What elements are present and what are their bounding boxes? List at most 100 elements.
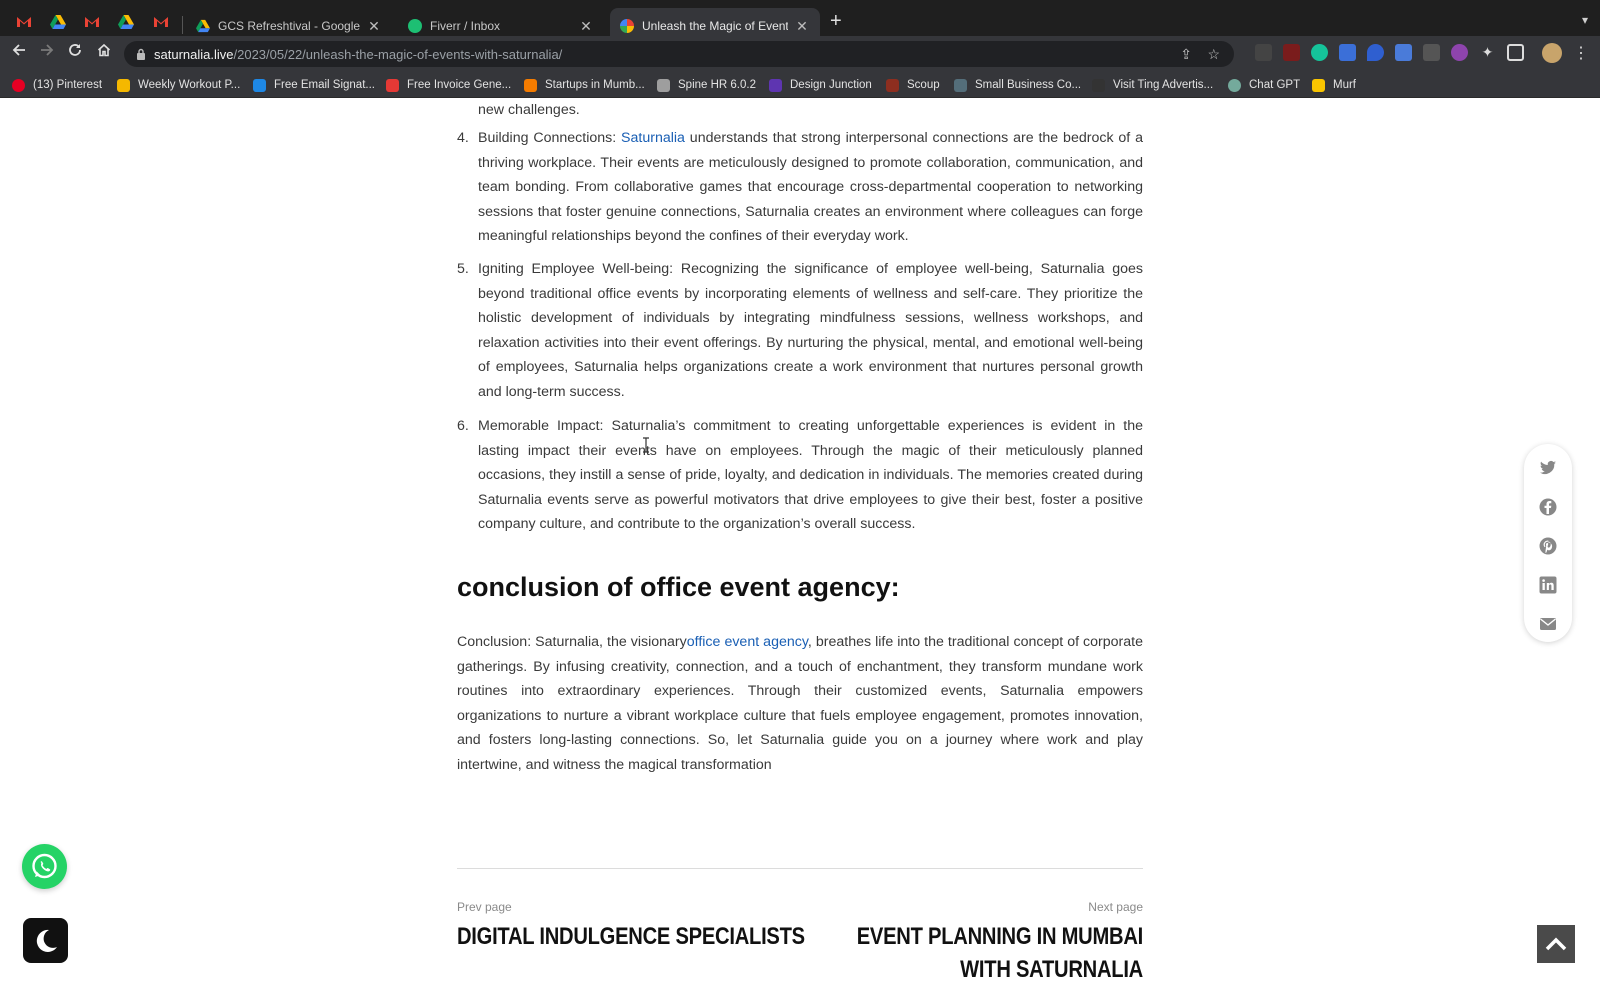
bookmark-item[interactable]: Startups in Mumb... xyxy=(524,77,645,93)
bookmark-item[interactable]: Murf xyxy=(1312,77,1356,93)
extensions-area: ✦ xyxy=(1255,44,1524,61)
new-tab-button[interactable]: + xyxy=(830,11,842,31)
email-icon[interactable] xyxy=(1538,614,1558,634)
browser-toolbar: saturnalia.live/2023/05/22/unleash-the-m… xyxy=(0,36,1600,70)
bookmark-item[interactable]: Visit Ting Advertis... xyxy=(1092,77,1213,93)
close-tab-icon[interactable]: ✕ xyxy=(794,18,810,35)
section-heading: conclusion of office event agency: xyxy=(457,572,900,602)
side-panel-icon[interactable] xyxy=(1507,44,1524,61)
arrow-right-icon xyxy=(41,44,54,56)
text-cursor-icon xyxy=(643,437,649,453)
pinned-tab-drive[interactable] xyxy=(46,10,70,34)
facebook-icon[interactable] xyxy=(1538,497,1558,517)
saturnalia-link[interactable]: Saturnalia xyxy=(621,130,685,146)
close-tab-icon[interactable]: ✕ xyxy=(578,18,594,35)
bookmark-label: Scoup xyxy=(907,79,940,91)
google-drive-icon xyxy=(196,19,210,33)
bookmark-icon xyxy=(886,78,899,92)
screen-capture-icon[interactable] xyxy=(1395,44,1412,61)
browser-menu-icon[interactable]: ⋮ xyxy=(1573,43,1589,63)
back-button[interactable] xyxy=(8,42,30,64)
ai-extension-icon[interactable] xyxy=(1451,44,1468,61)
bookmark-icon xyxy=(954,78,967,92)
next-page-label: Next page xyxy=(1088,900,1143,914)
pinned-tab-gmail-3[interactable] xyxy=(149,10,173,34)
gmail-icon xyxy=(154,17,168,27)
tab-title: Unleash the Magic of Events w xyxy=(642,19,788,33)
list-number: 5. xyxy=(457,261,469,277)
pinned-tab-gmail-2[interactable] xyxy=(80,10,104,34)
office-event-agency-link[interactable]: office event agency xyxy=(687,634,808,650)
scroll-to-top-button[interactable] xyxy=(1537,925,1575,963)
grammarly-icon[interactable] xyxy=(1311,44,1328,61)
bookmark-label: Murf xyxy=(1333,79,1356,91)
paragraph-text: Conclusion: Saturnalia, the visionary xyxy=(457,634,687,650)
fiverr-icon xyxy=(408,19,422,33)
bookmark-label: Startups in Mumb... xyxy=(545,79,645,91)
extension-icon[interactable] xyxy=(1423,44,1440,61)
bookmark-icon xyxy=(657,78,670,92)
gmail-icon xyxy=(17,17,31,27)
dark-mode-toggle[interactable] xyxy=(23,918,68,963)
profile-avatar[interactable] xyxy=(1542,43,1562,63)
pinned-tab-drive-2[interactable] xyxy=(114,10,138,34)
pinned-tab-gmail[interactable] xyxy=(12,10,36,34)
list-item: 6. Memorable Impact: Saturnalia’s commit… xyxy=(457,414,1143,537)
bookmark-star-icon[interactable]: ☆ xyxy=(1207,46,1220,63)
share-page-icon[interactable]: ⇪ xyxy=(1180,46,1192,63)
forward-button[interactable] xyxy=(36,42,58,64)
close-tab-icon[interactable]: ✕ xyxy=(366,18,382,35)
twitter-icon[interactable] xyxy=(1538,458,1558,478)
bookmark-item[interactable]: Weekly Workout P... xyxy=(117,77,240,93)
paragraph-text: , breathes life into the traditional con… xyxy=(457,634,1143,773)
bookmark-item[interactable]: (13) Pinterest xyxy=(12,77,102,93)
reload-button[interactable] xyxy=(64,42,86,64)
list-text-part: Building Connections: xyxy=(478,130,622,146)
home-button[interactable] xyxy=(93,42,115,64)
bookmark-item[interactable]: Small Business Co... xyxy=(954,77,1081,93)
reload-icon xyxy=(69,44,81,56)
list-item: 4. Building Connections: Saturnalia unde… xyxy=(457,126,1143,249)
bookmark-item[interactable]: Free Invoice Gene... xyxy=(386,77,511,93)
saturnalia-icon xyxy=(620,19,634,33)
prev-page-link[interactable]: DIGITAL INDULGENCE SPECIALISTS xyxy=(457,920,805,953)
google-drive-icon xyxy=(50,15,66,29)
puzzle-extensions-icon[interactable]: ✦ xyxy=(1479,44,1496,61)
pinterest-icon[interactable] xyxy=(1538,536,1558,556)
extension-icon[interactable] xyxy=(1283,44,1300,61)
bookmark-label: Visit Ting Advertis... xyxy=(1113,79,1214,91)
bookmark-item[interactable]: Spine HR 6.0.2 xyxy=(657,77,756,93)
address-bar[interactable]: saturnalia.live/2023/05/22/unleash-the-m… xyxy=(124,41,1234,67)
next-page-link[interactable]: EVENT PLANNING IN MUMBAI WITH SATURNALIA xyxy=(824,920,1144,986)
bookmark-label: Chat GPT xyxy=(1249,79,1301,91)
bookmark-label: Weekly Workout P... xyxy=(138,79,241,91)
partial-line: new challenges. xyxy=(478,102,580,118)
divider xyxy=(457,868,1143,869)
bookmark-icon xyxy=(769,78,782,92)
linkedin-icon[interactable] xyxy=(1538,575,1558,595)
moon-icon xyxy=(36,929,57,952)
bookmark-label: Design Junction xyxy=(790,79,872,91)
bookmark-item[interactable]: Scoup xyxy=(886,77,940,93)
chevron-up-icon xyxy=(1545,937,1567,951)
extension-icon[interactable] xyxy=(1339,44,1356,61)
tab-search-chevron-icon[interactable]: ▾ xyxy=(1582,13,1588,27)
chatgpt-icon xyxy=(1228,78,1241,92)
bookmark-item[interactable]: Free Email Signat... xyxy=(253,77,375,93)
bookmark-icon xyxy=(1312,78,1325,92)
extension-icon[interactable] xyxy=(1367,44,1384,61)
bookmark-label: Free Email Signat... xyxy=(274,79,375,91)
share-bar xyxy=(1524,444,1572,642)
list-text: Memorable Impact: Saturnalia’s commitmen… xyxy=(478,418,1143,532)
pinterest-icon xyxy=(12,78,25,92)
url-host: saturnalia.live xyxy=(154,46,234,62)
bookmark-item[interactable]: Chat GPT xyxy=(1228,77,1300,93)
list-text: Igniting Employee Well-being: Recognizin… xyxy=(478,261,1143,400)
bookmark-label: Small Business Co... xyxy=(975,79,1082,91)
prev-page-label: Prev page xyxy=(457,900,512,914)
extension-icon[interactable] xyxy=(1255,44,1272,61)
whatsapp-icon xyxy=(32,853,57,879)
bookmark-item[interactable]: Design Junction xyxy=(769,77,872,93)
bookmark-label: Free Invoice Gene... xyxy=(407,79,512,91)
whatsapp-chat-button[interactable] xyxy=(22,844,67,889)
